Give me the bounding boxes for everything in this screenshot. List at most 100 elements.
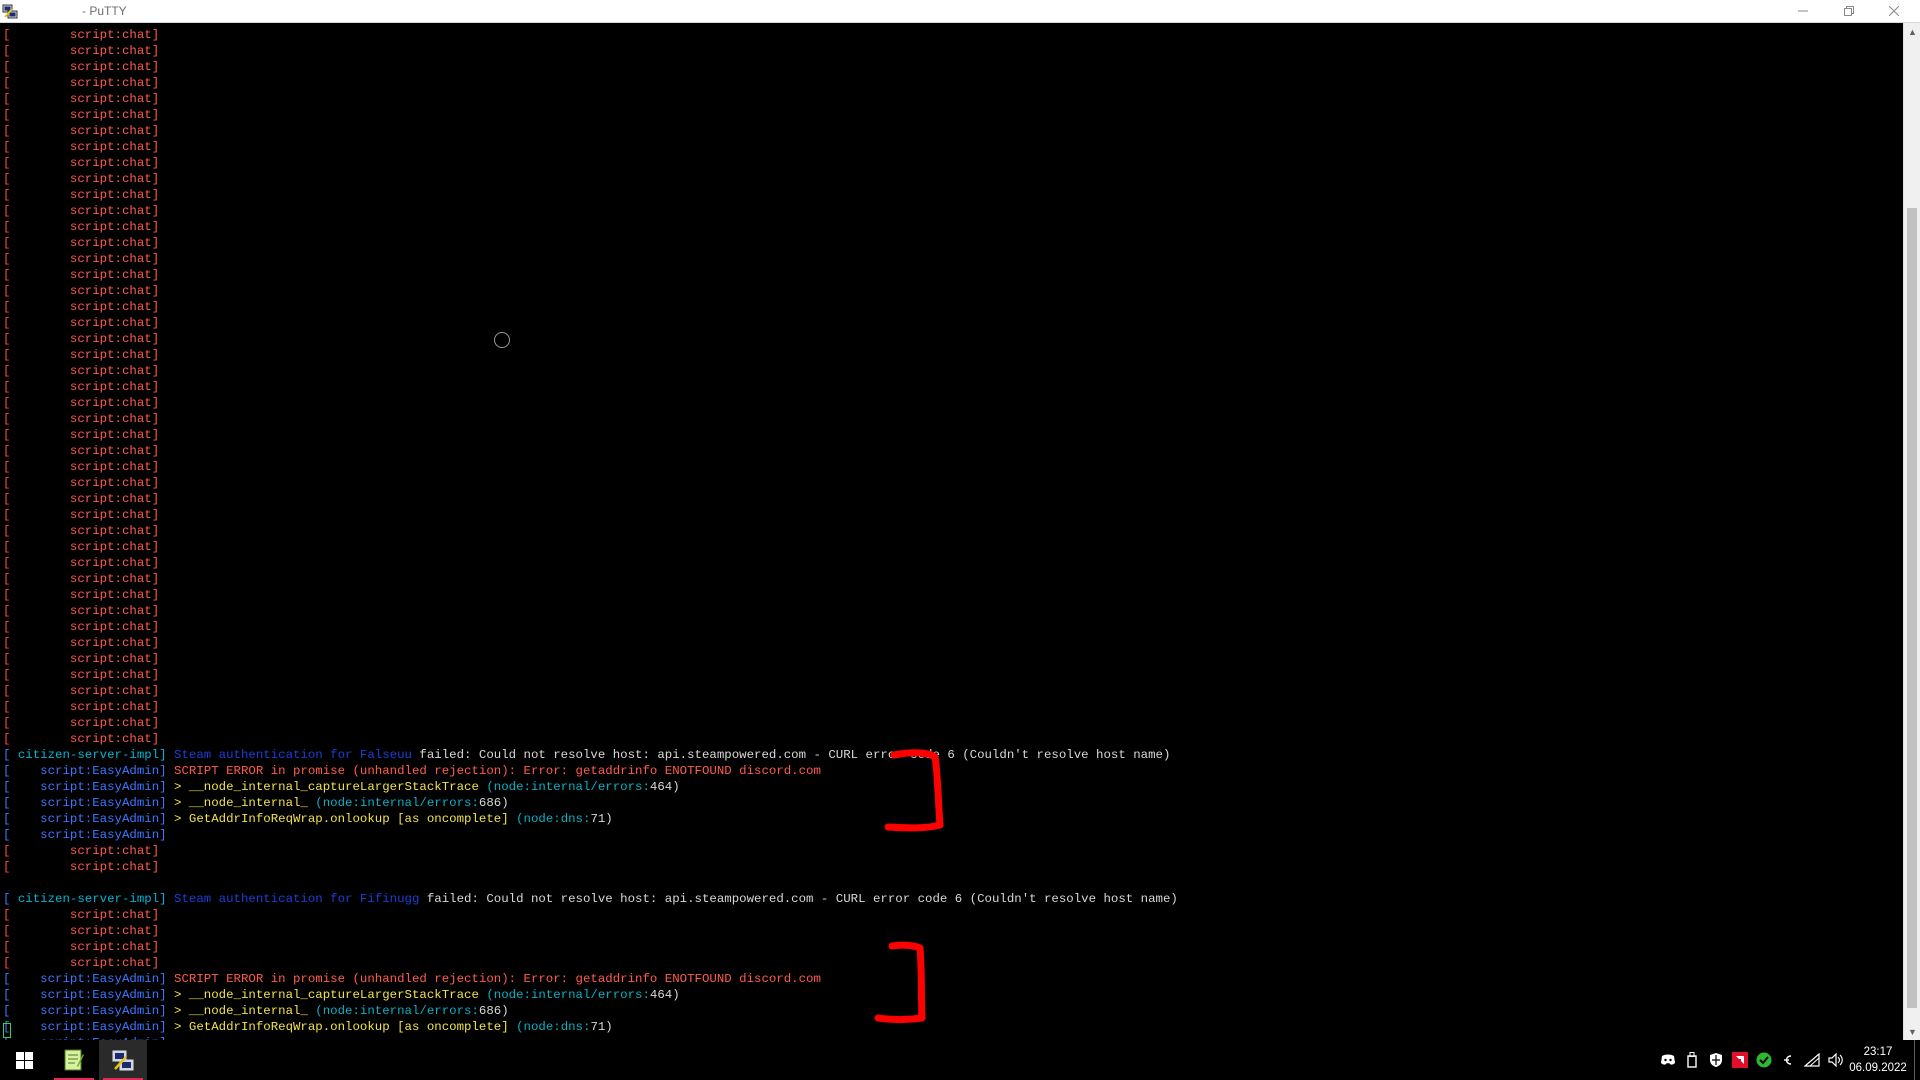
vertical-scrollbar[interactable]: ▲ ▼	[1903, 23, 1920, 1040]
terminal-text-segment: (node:dns:	[508, 812, 591, 826]
terminal-line: [ script:chat]	[3, 731, 1178, 747]
terminal-lines: [ script:chat][ script:chat][ script:cha…	[3, 27, 1178, 1040]
terminal-line: [ script:chat]	[3, 107, 1178, 123]
chevron-icon[interactable]	[1777, 1040, 1799, 1080]
terminal-line: [ script:chat]	[3, 859, 1178, 875]
taskbar-app-putty[interactable]	[99, 1040, 147, 1080]
terminal-text-segment: script:chat]	[10, 652, 160, 666]
terminal-line: [ script:chat]	[3, 43, 1178, 59]
terminal-text-segment: script:chat]	[10, 844, 160, 858]
terminal-text-segment: script:chat]	[10, 332, 160, 346]
scroll-down-arrow-icon[interactable]: ▼	[1904, 1023, 1920, 1040]
terminal-line: [ citizen-server-impl] Steam authenticat…	[3, 747, 1178, 763]
network-icon[interactable]	[1801, 1040, 1823, 1080]
terminal-text-segment: script:EasyAdmin]	[10, 764, 167, 778]
terminal-line: [ script:EasyAdmin] > __node_internal_ca…	[3, 987, 1178, 1003]
terminal-line: [ script:chat]	[3, 843, 1178, 859]
terminal-line: [ script:chat]	[3, 411, 1178, 427]
terminal-text-segment: script:EasyAdmin]	[10, 828, 167, 842]
terminal-line: [ script:chat]	[3, 907, 1178, 923]
terminal-text-segment: script:chat]	[10, 316, 160, 330]
close-button[interactable]	[1871, 0, 1916, 22]
terminal-text-segment: script:chat]	[10, 604, 160, 618]
terminal-text-segment: script:chat]	[10, 140, 160, 154]
window-title: - PuTTY	[82, 4, 127, 18]
terminal-text-segment: 686)	[478, 1004, 509, 1018]
terminal-text-segment: script:chat]	[10, 60, 160, 74]
terminal-text-segment: (node:internal/errors:	[478, 780, 650, 794]
terminal-text-segment: 464)	[649, 988, 680, 1002]
security-shield-icon[interactable]	[1705, 1040, 1727, 1080]
terminal-text-segment: script:chat]	[10, 364, 160, 378]
terminal-text-segment: script:EasyAdmin]	[10, 1020, 167, 1034]
loading-ring-icon	[494, 332, 510, 348]
terminal-line: [ script:EasyAdmin] > __node_internal_ (…	[3, 1003, 1178, 1019]
terminal-text-segment: 71)	[590, 1020, 613, 1034]
terminal-text-segment: (node:dns:	[508, 1020, 591, 1034]
terminal-line: [ script:chat]	[3, 651, 1178, 667]
terminal-text-segment: script:chat]	[10, 668, 160, 682]
terminal-line: [ script:EasyAdmin] > __node_internal_ca…	[3, 779, 1178, 795]
terminal-line: [ script:chat]	[3, 619, 1178, 635]
usb-drive-icon[interactable]	[1681, 1040, 1703, 1080]
taskbar-clock[interactable]: 23:17 06.09.2022	[1848, 1044, 1908, 1076]
terminal-line: [ script:chat]	[3, 523, 1178, 539]
terminal-line: [ script:chat]	[3, 171, 1178, 187]
restore-button[interactable]	[1826, 0, 1871, 22]
terminal-line: [ script:EasyAdmin] > GetAddrInfoReqWrap…	[3, 811, 1178, 827]
terminal-text-segment: script:chat]	[10, 396, 160, 410]
scroll-thumb[interactable]	[1907, 208, 1917, 1008]
terminal-text-segment: script:chat]	[10, 268, 160, 282]
terminal-text-segment: script:chat]	[10, 540, 160, 554]
close-icon	[1888, 6, 1899, 16]
discord-icon[interactable]	[1657, 1040, 1679, 1080]
start-button[interactable]	[0, 1040, 48, 1080]
terminal-text-segment: script:chat]	[10, 412, 160, 426]
clock-date: 06.09.2022	[1849, 1062, 1907, 1074]
terminal-line: [ script:chat]	[3, 475, 1178, 491]
terminal-text-segment: script:chat]	[10, 924, 160, 938]
terminal-line: [ script:chat]	[3, 683, 1178, 699]
putty-icon[interactable]	[2, 3, 18, 19]
scroll-up-arrow-icon[interactable]: ▲	[1904, 23, 1920, 40]
terminal-line: [ script:EasyAdmin] SCRIPT ERROR in prom…	[3, 971, 1178, 987]
terminal-text-segment: script:chat]	[10, 588, 160, 602]
terminal-text-segment: citizen-server-impl]	[10, 748, 167, 762]
terminal-text-segment: failed: Could not resolve host: api.stea…	[419, 892, 1178, 906]
annotation-bracket-1	[884, 749, 944, 832]
terminal-line: [ script:chat]	[3, 507, 1178, 523]
taskbar-app-notepad-plus-plus[interactable]	[50, 1040, 98, 1080]
terminal-line: [ script:chat]	[3, 267, 1178, 283]
terminal-text-segment: script:chat]	[10, 428, 160, 442]
terminal-line: [ script:chat]	[3, 555, 1178, 571]
terminal-text-segment: script:chat]	[10, 940, 160, 954]
restore-icon	[1843, 6, 1854, 16]
terminal-text-segment: script:chat]	[10, 124, 160, 138]
terminal-line: [ script:chat]	[3, 187, 1178, 203]
terminal-text-segment: script:chat]	[10, 636, 160, 650]
terminal-line: [ script:chat]	[3, 299, 1178, 315]
terminal-text-segment: script:chat]	[10, 44, 160, 58]
terminal-line: [ script:chat]	[3, 715, 1178, 731]
minimize-button[interactable]	[1780, 0, 1825, 22]
terminal-text-segment: > GetAddrInfoReqWrap.onlookup [as oncomp…	[166, 812, 509, 826]
terminal-text-segment: script:EasyAdmin]	[10, 988, 167, 1002]
terminal-line: [ script:chat]	[3, 939, 1178, 955]
terminal-line: [ script:chat]	[3, 235, 1178, 251]
terminal-text-segment: > GetAddrInfoReqWrap.onlookup [as oncomp…	[166, 1020, 509, 1034]
show-desktop-button[interactable]	[1914, 1040, 1920, 1080]
amd-icon[interactable]	[1729, 1040, 1751, 1080]
terminal-output[interactable]: [ script:chat][ script:chat][ script:cha…	[0, 23, 1903, 1040]
terminal-text-segment: script:chat]	[10, 524, 160, 538]
terminal-text-segment: script:chat]	[10, 92, 160, 106]
terminal-line: [ script:chat]	[3, 699, 1178, 715]
terminal-text-segment: 71)	[590, 812, 613, 826]
terminal-text-segment: script:chat]	[10, 252, 160, 266]
terminal-text-segment: script:chat]	[10, 220, 160, 234]
terminal-text-segment: Steam authentication for Falseuu	[166, 748, 412, 762]
terminal-text-segment: > __node_internal_captureLargerStackTrac…	[166, 780, 479, 794]
volume-icon[interactable]	[1825, 1040, 1847, 1080]
terminal-text-segment: script:chat]	[10, 492, 160, 506]
green-app-icon[interactable]	[1753, 1040, 1775, 1080]
